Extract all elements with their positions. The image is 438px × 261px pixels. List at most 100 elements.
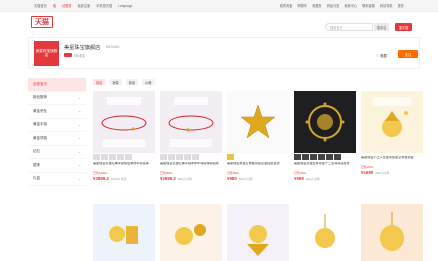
little-prince-pendant-icon — [109, 226, 138, 244]
price-value: ¥980 — [227, 176, 237, 181]
favorite-shop-button[interactable]: ♡ 收藏 — [376, 53, 387, 58]
topbar-more[interactable]: 更多 — [398, 3, 404, 8]
sidebar-item-label: 钻石 — [33, 149, 40, 154]
sidebar-item-label: 全部宝贝 — [33, 81, 47, 86]
top-utility-bar: 天猫首页 喵 请登录 免费注册 手机逛天猫 Language 我的淘宝 购物车 … — [0, 0, 438, 12]
product-promo: 已售800+ — [160, 171, 173, 175]
sidebar-item-all[interactable]: 全部宝贝 — [28, 78, 86, 92]
color-swatches — [294, 154, 356, 160]
shop-logo[interactable]: 美星珠宝旗舰店 — [34, 41, 59, 66]
product-title[interactable]: 美星珠宝足金红绳手链情侣本命年转运珠 — [93, 162, 155, 170]
sidebar-item-label: 新品推荐 — [33, 95, 47, 100]
sidebar-item-label: 银饰 — [33, 162, 40, 167]
red-string-bracelet-icon — [168, 97, 214, 147]
chevron-down-icon: ⌄ — [77, 176, 81, 181]
little-prince-pendant-icon — [373, 97, 411, 137]
product-image[interactable] — [227, 204, 289, 261]
product-price: ¥980 500人付款 — [227, 176, 289, 181]
product-price: ¥1680 200人付款 — [361, 170, 423, 175]
sold-count: 300人付款 — [305, 177, 320, 181]
topbar-mobile-link[interactable]: 手机逛天猫 — [96, 3, 112, 8]
product-card[interactable]: 美星珠宝足金生肖吊坠十二生肖转运挂件 已售300+ ¥998 300人付款 — [294, 91, 356, 181]
color-swatches — [93, 154, 155, 160]
sold-count: 800人付款 — [177, 177, 192, 181]
filter-chip-sales[interactable]: 销量 — [109, 79, 122, 85]
product-image[interactable] — [93, 204, 155, 261]
topbar-my-taobao[interactable]: 我的淘宝 — [280, 3, 293, 8]
topbar-right: 我的淘宝 购物车 收藏夹 商品分类 卖家中心 联系客服 网站导航 更多 — [280, 3, 404, 8]
product-title[interactable]: 美星珠宝足金生肖吊坠十二生肖转运挂件 — [294, 162, 356, 170]
product-price: ¥998 300人付款 — [294, 176, 356, 181]
topbar-home-link[interactable]: 天猫首页 — [34, 3, 47, 8]
shop-name[interactable]: 美星珠宝旗舰店 — [64, 44, 100, 51]
sold-count: 200人付款 — [375, 171, 390, 175]
filter-chip-new[interactable]: 新品 — [125, 79, 139, 85]
shop-subtitle: MEIXING — [106, 45, 120, 49]
topbar-categories[interactable]: 商品分类 — [327, 3, 340, 8]
tmall-logo[interactable]: 天猫 — [31, 16, 53, 28]
filter-chip-price[interactable]: 价格 — [142, 79, 155, 85]
topbar-left: 天猫首页 喵 请登录 免费注册 手机逛天猫 Language — [34, 3, 132, 9]
search-tmall-button[interactable]: 搜天猫 — [395, 23, 412, 31]
follow-shop-button[interactable]: 关注 — [398, 50, 418, 58]
product-image[interactable] — [294, 91, 356, 153]
product-card[interactable] — [93, 204, 155, 261]
topbar-customer-service[interactable]: 联系客服 — [362, 3, 375, 8]
product-image[interactable] — [361, 91, 423, 153]
sidebar-item-necklace[interactable]: 黄金项链 ⌄ — [28, 132, 86, 146]
search-input[interactable]: 搜索宝贝 — [325, 23, 373, 31]
product-image[interactable] — [361, 204, 423, 261]
product-card[interactable] — [227, 204, 289, 261]
sidebar-item-label: 黄金吊坠 — [33, 108, 47, 113]
sold-count: 1000人付款 — [110, 177, 127, 181]
topbar-seller-center[interactable]: 卖家中心 — [344, 3, 357, 8]
sidebar-item-new[interactable]: 新品推荐 ⌄ — [28, 92, 86, 105]
product-card[interactable]: 美星珠宝黄金五角星吊坠足金挂坠女款 已售500+ ¥980 500人付款 — [227, 91, 289, 181]
product-card[interactable] — [160, 204, 222, 261]
chevron-down-icon: ⌄ — [77, 149, 81, 154]
product-image[interactable] — [160, 204, 222, 261]
price-value: ¥1680 — [361, 170, 374, 175]
topbar-login-link[interactable]: 请登录 — [62, 3, 72, 8]
product-card[interactable] — [294, 204, 356, 261]
topbar-language-select[interactable]: Language — [118, 4, 132, 8]
sidebar-item-label: 黄金项链 — [33, 135, 47, 140]
product-image[interactable] — [93, 91, 155, 153]
sidebar-item-label: 黄金手链 — [33, 122, 47, 127]
search-shop-button[interactable]: 搜本店 — [374, 23, 389, 31]
chevron-down-icon: ⌄ — [77, 109, 81, 114]
filter-chip-default[interactable]: 综合 — [93, 79, 106, 85]
product-card[interactable]: 美星珠宝足金红绳手链本命年转运珠情侣款 已售800+ ¥2699.2 800人付款 — [160, 91, 222, 181]
shop-tag-note: 5年老店 — [74, 54, 86, 58]
product-price: ¥2899.2 1000人付款 — [93, 176, 155, 181]
chevron-down-icon: ⌄ — [77, 122, 81, 127]
product-card[interactable] — [361, 204, 423, 261]
topbar-favorites[interactable]: 收藏夹 — [312, 3, 322, 8]
product-promo: 已售300+ — [294, 171, 307, 175]
product-card[interactable]: 美星珠宝足金红绳手链情侣本命年转运珠 已售1000+ ¥2899.2 1000人付… — [93, 91, 155, 181]
sidebar-item-bracelet[interactable]: 黄金手链 ⌄ — [28, 119, 86, 132]
sidebar-item-diamond[interactable]: 钻石 ⌄ — [28, 146, 86, 159]
product-image[interactable] — [227, 91, 289, 153]
product-image[interactable] — [294, 204, 356, 261]
product-image[interactable] — [160, 91, 222, 153]
chevron-down-icon: ⌄ — [77, 163, 81, 168]
shop-badge — [64, 53, 72, 57]
topbar-site-nav[interactable]: 网站导航 — [380, 3, 393, 8]
chevron-down-icon: ⌄ — [77, 95, 81, 100]
color-swatches — [160, 154, 222, 160]
product-card[interactable]: 美星珠宝小王子足金吊坠星空黄金项链 已售200+ ¥1680 200人付款 — [361, 91, 423, 175]
price-value: ¥998 — [294, 176, 304, 181]
sidebar-item-pendant[interactable]: 黄金吊坠 ⌄ — [28, 105, 86, 119]
sold-count: 500人付款 — [238, 177, 253, 181]
product-title[interactable]: 美星珠宝小王子足金吊坠星空黄金项链 — [361, 156, 423, 164]
pendant-icon — [315, 214, 335, 248]
product-title[interactable]: 美星珠宝足金红绳手链本命年转运珠情侣款 — [160, 162, 222, 170]
product-title[interactable]: 美星珠宝黄金五角星吊坠足金挂坠女款 — [227, 162, 289, 170]
topbar-cart[interactable]: 购物车 — [298, 3, 308, 8]
sort-filter-bar: 综合 销量 新品 价格 — [93, 79, 155, 85]
color-swatches — [227, 154, 289, 160]
topbar-register-link[interactable]: 免费注册 — [78, 3, 91, 8]
sidebar-item-giftbox[interactable]: 礼盒 ⌄ — [28, 173, 86, 186]
sidebar-item-silver[interactable]: 银饰 ⌄ — [28, 159, 86, 173]
